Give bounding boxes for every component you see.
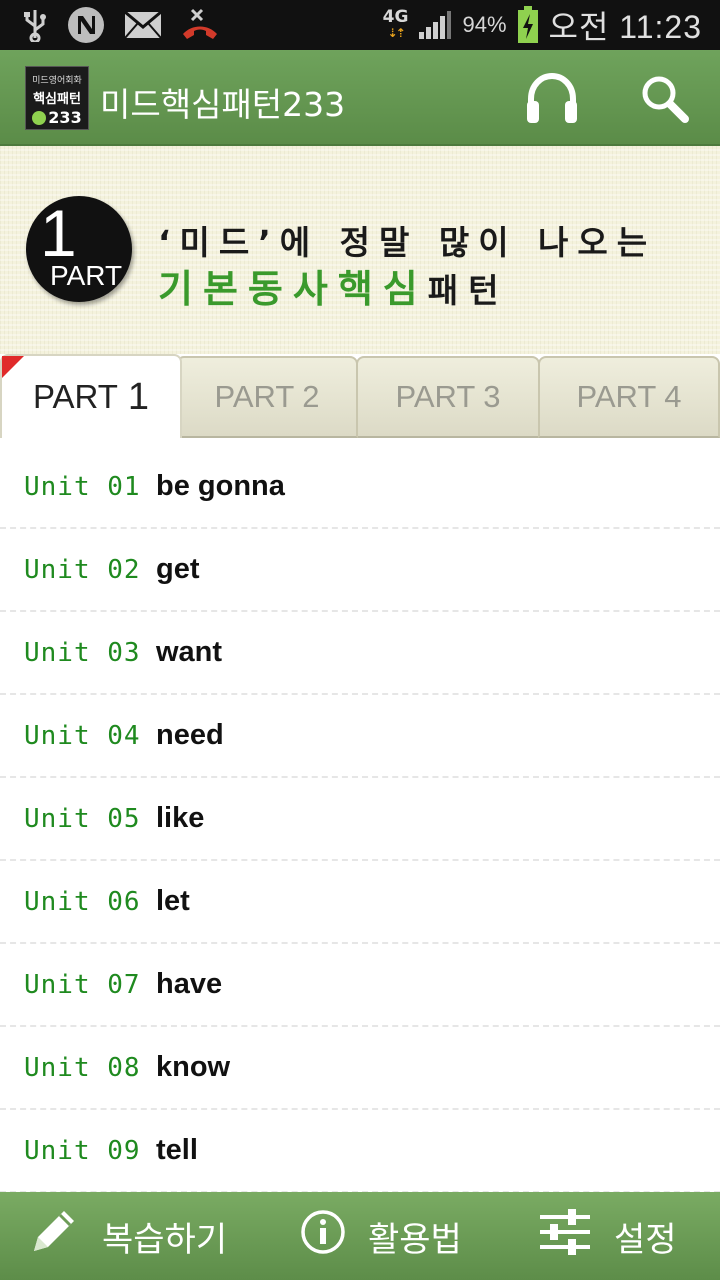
list-item[interactable]: Unit 08 know: [0, 1027, 720, 1110]
list-item[interactable]: Unit 06 let: [0, 861, 720, 944]
headphones-button[interactable]: [522, 70, 582, 130]
review-label: 복습하기: [102, 1219, 228, 1260]
info-icon: [300, 1209, 346, 1264]
tab-part-3[interactable]: PART 3: [356, 356, 540, 438]
search-button[interactable]: [634, 70, 694, 130]
tab-part-1[interactable]: PART 1: [0, 354, 182, 438]
list-item[interactable]: Unit 01 be gonna: [0, 446, 720, 529]
unit-word: tell: [156, 1134, 198, 1166]
unit-word: let: [156, 885, 190, 917]
missed-call-icon: [180, 8, 220, 42]
part-badge: 1 PART: [26, 196, 132, 302]
logo-line-2: 핵심패턴: [33, 92, 81, 107]
logo-line-3: 233: [26, 108, 88, 127]
list-item[interactable]: Unit 03 want: [0, 612, 720, 695]
logo-line-1: 미드영어회화: [32, 76, 82, 86]
unit-word: be gonna: [156, 470, 285, 502]
part-badge-number: 1: [40, 196, 77, 270]
part-badge-word: PART: [50, 260, 123, 291]
list-item[interactable]: Unit 05 like: [0, 778, 720, 861]
sliders-icon: [538, 1207, 592, 1266]
banner-title-highlight: 기본동사핵심: [158, 267, 428, 311]
search-icon: [639, 73, 689, 127]
unit-word: want: [156, 636, 223, 668]
list-item[interactable]: Unit 09 tell: [0, 1110, 720, 1193]
app-logo: 미드영어회화 핵심패턴 233: [25, 66, 89, 130]
pencil-icon: [26, 1205, 80, 1268]
unit-label: Unit 09: [24, 1135, 141, 1166]
mail-icon: [124, 11, 162, 39]
list-item[interactable]: Unit 02 get: [0, 529, 720, 612]
unit-label: Unit 07: [24, 969, 141, 1000]
n-app-icon: [66, 5, 106, 45]
review-button[interactable]: 복습하기: [26, 1192, 227, 1280]
banner-title: 기본동사핵심패턴: [158, 258, 509, 313]
unit-label: Unit 03: [24, 637, 141, 668]
howto-label: 활용법: [368, 1219, 462, 1260]
unit-word: get: [156, 553, 200, 585]
battery-percent: 94%: [462, 12, 507, 37]
unit-label: Unit 02: [24, 554, 141, 585]
tab-part-2[interactable]: PART 2: [176, 356, 358, 438]
app-bar: 미드영어회화 핵심패턴 233 미드핵심패턴233: [0, 50, 720, 146]
bottom-bar: 복습하기 활용법 설정: [0, 1192, 720, 1280]
list-item[interactable]: Unit 04 need: [0, 695, 720, 778]
unit-label: Unit 05: [24, 803, 141, 834]
banner-subtitle: ‘미드’에 정말 많이 나오는: [158, 223, 657, 262]
clock: 오전 11:23: [548, 9, 702, 45]
tab-part-4[interactable]: PART 4: [538, 356, 720, 438]
part-tabs: PART 3 PART 4 PART 2 PART 1: [0, 354, 720, 438]
unit-list: Unit 01 be gonna Unit 02 get Unit 03 want U…: [0, 446, 720, 1193]
unit-label: Unit 06: [24, 886, 141, 917]
app-title: 미드핵심패턴233: [100, 85, 346, 124]
settings-label: 설정: [614, 1219, 677, 1260]
status-bar: 4G ⇣⇡ 94% 오전 11:23: [0, 0, 720, 50]
list-item[interactable]: Unit 07 have: [0, 944, 720, 1027]
unit-word: like: [156, 802, 205, 834]
unit-label: Unit 04: [24, 720, 141, 751]
settings-button[interactable]: 설정: [538, 1192, 677, 1280]
banner-title-rest: 패턴: [427, 271, 509, 310]
part-banner: 1 PART ‘미드’에 정말 많이 나오는 기본동사핵심패턴: [0, 146, 720, 356]
unit-label: Unit 01: [24, 471, 141, 502]
unit-word: need: [156, 719, 224, 751]
headphones-icon: [523, 71, 581, 129]
unit-word: know: [156, 1051, 231, 1083]
usb-icon: [22, 8, 48, 42]
signal-icon: [418, 10, 452, 40]
howto-button[interactable]: 활용법: [300, 1192, 462, 1280]
network-indicator: 4G ⇣⇡: [382, 7, 409, 41]
unit-word: have: [156, 968, 223, 1000]
battery-charging-icon: [517, 6, 539, 44]
unit-label: Unit 08: [24, 1052, 141, 1083]
active-tab-mark: [2, 356, 24, 378]
